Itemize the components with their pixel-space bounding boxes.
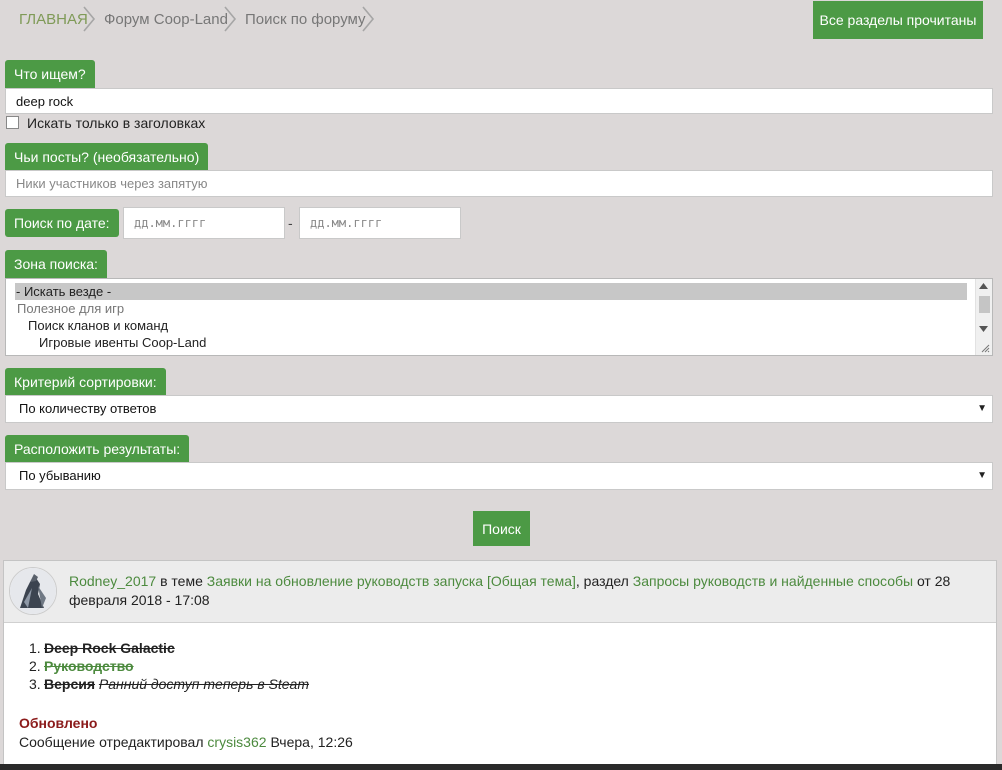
avatar[interactable] xyxy=(9,567,57,615)
updated-label: Обновлено xyxy=(19,715,98,731)
edited-time: Вчера, 12:26 xyxy=(270,734,353,750)
list-item: 1. Deep Rock Galactic xyxy=(19,639,309,657)
result-meta: Rodney_2017 в теме Заявки на обновление … xyxy=(69,572,969,610)
resize-grip-icon[interactable] xyxy=(981,344,990,353)
chevron-right-icon xyxy=(83,6,96,32)
result-header: Rodney_2017 в теме Заявки на обновление … xyxy=(4,561,996,623)
date-separator: - xyxy=(288,215,293,231)
dropdown-arrow-icon: ▼ xyxy=(977,470,987,481)
order-value: По убыванию xyxy=(19,468,101,483)
search-button[interactable]: Поиск xyxy=(473,511,530,546)
breadcrumb-home[interactable]: ГЛАВНАЯ xyxy=(19,11,88,28)
result-topic-link[interactable]: Заявки на обновление руководств запуска … xyxy=(207,573,576,589)
chevron-right-icon xyxy=(362,6,375,32)
sort-select[interactable]: По количеству ответов ▼ xyxy=(5,395,993,423)
list-number: 3. xyxy=(29,676,41,692)
result-section-link[interactable]: Запросы руководств и найденные способы xyxy=(633,573,913,589)
chevron-right-icon xyxy=(224,6,237,32)
titles-only-label[interactable]: Искать только в заголовках xyxy=(27,115,205,131)
edited-note: Сообщение отредактировал crysis362 Вчера… xyxy=(19,734,353,750)
result-section-word: , раздел xyxy=(575,573,629,589)
breadcrumb: ГЛАВНАЯ Форум Coop-Land Поиск по форуму … xyxy=(0,0,1002,42)
date-label: Поиск по дате: xyxy=(5,209,119,237)
zone-option[interactable]: - Искать везде - xyxy=(15,283,967,300)
scroll-thumb[interactable] xyxy=(979,296,990,313)
zone-option[interactable]: Т xyxy=(39,351,47,355)
result-in-topic: в теме xyxy=(160,573,203,589)
zone-option[interactable]: Полезное для игр xyxy=(17,300,124,317)
avatar-image xyxy=(10,568,56,614)
list-number: 1. xyxy=(29,640,41,656)
bottom-edge xyxy=(0,764,1002,770)
list-item-link[interactable]: Руководство xyxy=(44,658,134,674)
order-label: Расположить результаты: xyxy=(5,435,190,463)
list-item-note: Ранний доступ теперь в Steam xyxy=(98,676,310,692)
scroll-down-icon[interactable] xyxy=(979,326,988,332)
authors-input[interactable] xyxy=(5,170,993,197)
scroll-up-icon[interactable] xyxy=(979,283,988,289)
zone-label: Зона поиска: xyxy=(5,250,107,278)
breadcrumb-forum[interactable]: Форум Coop-Land xyxy=(104,11,228,28)
dropdown-arrow-icon: ▼ xyxy=(977,403,987,414)
sort-value: По количеству ответов xyxy=(19,401,157,416)
list-item-text: Версия xyxy=(44,676,96,692)
query-input[interactable] xyxy=(5,88,993,114)
query-label: Что ищем? xyxy=(5,60,95,88)
edited-prefix: Сообщение отредактировал xyxy=(19,734,204,750)
breadcrumb-search[interactable]: Поиск по форуму xyxy=(245,11,366,28)
date-from-input[interactable] xyxy=(123,207,285,239)
authors-label: Чьи посты? (необязательно) xyxy=(5,143,209,171)
sort-label: Критерий сортировки: xyxy=(5,368,166,396)
date-to-input[interactable] xyxy=(299,207,461,239)
titles-only-checkbox[interactable] xyxy=(6,116,19,129)
list-item: 3. Версия Ранний доступ теперь в Steam xyxy=(19,675,309,693)
list-item-text: Deep Rock Galactic xyxy=(44,640,175,656)
list-item: 2. Руководство xyxy=(19,657,309,675)
result-body: 1. Deep Rock Galactic 2. Руководство 3. … xyxy=(19,639,309,693)
zone-option[interactable]: Поиск кланов и команд xyxy=(28,317,168,334)
result-author-link[interactable]: Rodney_2017 xyxy=(69,573,156,589)
order-select[interactable]: По убыванию ▼ xyxy=(5,462,993,490)
edited-by-link[interactable]: crysis362 xyxy=(207,734,266,750)
search-result: Rodney_2017 в теме Заявки на обновление … xyxy=(3,560,997,770)
zone-listbox[interactable]: - Искать везде - Полезное для игр Поиск … xyxy=(5,278,993,356)
zone-option[interactable]: Игровые ивенты Coop-Land xyxy=(39,334,206,351)
mark-all-read-button[interactable]: Все разделы прочитаны xyxy=(813,1,983,39)
list-number: 2. xyxy=(29,658,41,674)
